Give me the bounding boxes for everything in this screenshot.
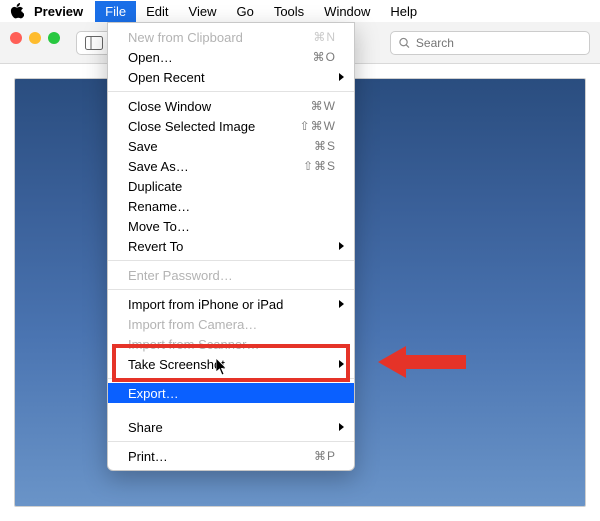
toolbar-search-field[interactable] bbox=[390, 31, 590, 55]
window-minimize-button[interactable] bbox=[29, 32, 41, 44]
menubar-app-name[interactable]: Preview bbox=[34, 4, 83, 19]
menu-item-duplicate[interactable]: Duplicate bbox=[108, 176, 354, 196]
arrow-head-icon bbox=[378, 346, 406, 378]
menu-separator bbox=[108, 289, 354, 290]
window-close-button[interactable] bbox=[10, 32, 22, 44]
menubar-item-tools[interactable]: Tools bbox=[264, 1, 314, 22]
menu-item-save[interactable]: Save⌘S bbox=[108, 136, 354, 156]
menu-item-import-iphone-ipad[interactable]: Import from iPhone or iPad bbox=[108, 294, 354, 314]
menubar-item-view[interactable]: View bbox=[179, 1, 227, 22]
menu-item-export[interactable]: Export… bbox=[108, 383, 354, 403]
submenu-arrow-icon bbox=[339, 423, 344, 431]
sidebar-toggle-button[interactable] bbox=[77, 31, 111, 55]
menu-item-import-camera: Import from Camera… bbox=[108, 314, 354, 334]
submenu-arrow-icon bbox=[339, 360, 344, 368]
menu-item-rename[interactable]: Rename… bbox=[108, 196, 354, 216]
menu-separator bbox=[108, 441, 354, 442]
menu-item-close-selected-image[interactable]: Close Selected Image⇧⌘W bbox=[108, 116, 354, 136]
submenu-arrow-icon bbox=[339, 242, 344, 250]
menu-item-open-recent[interactable]: Open Recent bbox=[108, 67, 354, 87]
sidebar-icon bbox=[85, 36, 103, 50]
window-zoom-button[interactable] bbox=[48, 32, 60, 44]
menubar-item-go[interactable]: Go bbox=[226, 1, 263, 22]
menu-item-new-from-clipboard: New from Clipboard⌘N bbox=[108, 27, 354, 47]
system-menubar: Preview File Edit View Go Tools Window H… bbox=[0, 0, 600, 22]
search-input[interactable] bbox=[416, 36, 581, 50]
menu-item-close-window[interactable]: Close Window⌘W bbox=[108, 96, 354, 116]
submenu-arrow-icon bbox=[339, 300, 344, 308]
apple-menu-icon[interactable] bbox=[10, 3, 24, 19]
search-icon bbox=[399, 37, 410, 49]
menu-item-open[interactable]: Open…⌘O bbox=[108, 47, 354, 67]
menubar-item-help[interactable]: Help bbox=[380, 1, 427, 22]
menu-item-enter-password: Enter Password… bbox=[108, 265, 354, 285]
submenu-arrow-icon bbox=[339, 73, 344, 81]
menu-separator bbox=[108, 378, 354, 379]
menu-separator bbox=[108, 91, 354, 92]
annotation-arrow bbox=[378, 346, 466, 378]
menu-item-take-screenshot[interactable]: Take Screenshot bbox=[108, 354, 354, 374]
arrow-shaft bbox=[406, 355, 466, 369]
menu-item-share[interactable]: Share bbox=[108, 417, 354, 437]
mouse-cursor-icon bbox=[216, 358, 228, 376]
menu-item-save-as[interactable]: Save As…⇧⌘S bbox=[108, 156, 354, 176]
window-traffic-lights bbox=[10, 32, 60, 44]
menu-item-move-to[interactable]: Move To… bbox=[108, 216, 354, 236]
menu-item-import-scanner: Import from Scanner… bbox=[108, 334, 354, 354]
menu-item-revert-to[interactable]: Revert To bbox=[108, 236, 354, 256]
file-menu: New from Clipboard⌘N Open…⌘O Open Recent… bbox=[107, 22, 355, 471]
menu-item-print[interactable]: Print…⌘P bbox=[108, 446, 354, 466]
menubar-item-file[interactable]: File bbox=[95, 1, 136, 22]
menubar-item-window[interactable]: Window bbox=[314, 1, 380, 22]
menu-separator bbox=[108, 260, 354, 261]
menubar-item-edit[interactable]: Edit bbox=[136, 1, 178, 22]
